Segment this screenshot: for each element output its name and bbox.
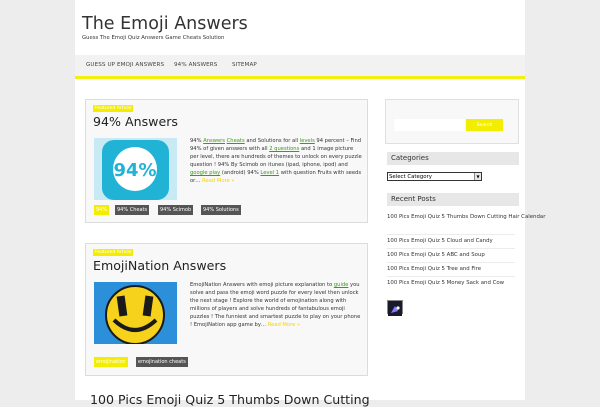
post-card: Featured Article EmojiNation Answers Emo… — [85, 243, 368, 376]
badge-icon — [388, 304, 402, 316]
recent-post-link[interactable]: 100 Pics Emoji Quiz 5 Cloud and Candy — [387, 238, 493, 244]
inline-link[interactable]: levels — [300, 138, 315, 144]
read-more-link[interactable]: Read More » — [202, 178, 234, 184]
inline-link[interactable]: google play — [190, 170, 220, 176]
tag-emojination[interactable]: emojination — [94, 357, 128, 367]
thumbnail-94-text: 94% — [113, 160, 156, 181]
post-thumbnail-emojination[interactable] — [94, 282, 177, 344]
category-select[interactable]: Select Category ▼ — [387, 172, 482, 181]
main-navigation: GUESS UP EMOJI ANSWERS 94% ANSWERS SITEM… — [75, 55, 525, 79]
nav-item-guess-up[interactable]: GUESS UP EMOJI ANSWERS — [86, 62, 164, 68]
inline-link[interactable]: 2 questions — [269, 146, 299, 152]
excerpt-text: and Solutions for all — [244, 138, 300, 144]
recent-post-link[interactable]: 100 Pics Emoji Quiz 5 ABC and Soup — [387, 252, 485, 258]
widget-badge-icon[interactable] — [387, 300, 403, 316]
nav-item-sitemap[interactable]: SITEMAP — [232, 62, 257, 68]
excerpt-text: (android) 94% — [220, 170, 261, 177]
site-title[interactable]: The Emoji Answers — [82, 14, 248, 34]
divider — [387, 248, 515, 249]
divider — [387, 276, 515, 277]
divider — [387, 262, 515, 263]
categories-widget-title: Categories — [387, 152, 519, 165]
site-description: Guess The Emoji Quiz Answers Game Cheats… — [82, 35, 225, 41]
emoji-face-icon — [94, 282, 177, 344]
chevron-down-icon: ▼ — [474, 173, 481, 180]
inline-link[interactable]: guide — [334, 282, 349, 288]
category-tag[interactable]: Featured Article — [93, 105, 134, 112]
nav-item-94-answers[interactable]: 94% ANSWERS — [174, 62, 217, 68]
tag-94-scimob[interactable]: 94% Scimob — [158, 205, 194, 215]
search-input[interactable] — [394, 119, 465, 131]
recent-posts-widget-title: Recent Posts — [387, 193, 519, 206]
category-select-value: Select Category — [389, 174, 432, 180]
post-title[interactable]: 94% Answers — [93, 114, 178, 129]
tag-94-cheats[interactable]: 94% Cheats — [115, 205, 150, 215]
tag-emojination-cheats[interactable]: emojination cheats — [136, 357, 188, 367]
post-excerpt: 94% Answers Cheats and Solutions for all… — [190, 137, 362, 186]
thumbnail-94-image: 94% — [94, 138, 177, 200]
search-widget: Search — [385, 99, 519, 144]
post-excerpt: EmojiNation Answers with emoji picture e… — [190, 281, 362, 330]
inline-link[interactable]: Level 1 — [260, 170, 279, 176]
page-wrapper: The Emoji Answers Guess The Emoji Quiz A… — [75, 0, 545, 407]
category-tag[interactable]: Featured Article — [93, 249, 134, 256]
read-more-link[interactable]: Read More » — [268, 322, 300, 328]
excerpt-text: EmojiNation Answers with emoji picture e… — [190, 282, 334, 288]
post-card: Featured Article 94% Answers 94% 94% Ans… — [85, 99, 368, 223]
site-header: The Emoji Answers Guess The Emoji Quiz A… — [75, 0, 525, 55]
tag-94-solutions[interactable]: 94% Solutions — [201, 205, 241, 215]
post-title[interactable]: EmojiNation Answers — [93, 258, 226, 273]
divider — [387, 234, 515, 235]
recent-post-link[interactable]: 100 Pics Emoji Quiz 5 Money Sack and Cow — [387, 280, 504, 286]
post-thumbnail-94[interactable]: 94% — [94, 138, 177, 200]
recent-post-link[interactable]: 100 Pics Emoji Quiz 5 Tree and Fire — [387, 266, 481, 272]
inline-link[interactable]: Cheats — [227, 138, 245, 144]
excerpt-text: 94% — [190, 138, 204, 144]
tag-94[interactable]: 94% — [94, 205, 110, 215]
inline-link[interactable]: Answers — [203, 138, 225, 144]
recent-post-link[interactable]: 100 Pics Emoji Quiz 5 Thumbs Down Cuttin… — [387, 214, 545, 220]
search-button[interactable]: Search — [466, 119, 503, 131]
